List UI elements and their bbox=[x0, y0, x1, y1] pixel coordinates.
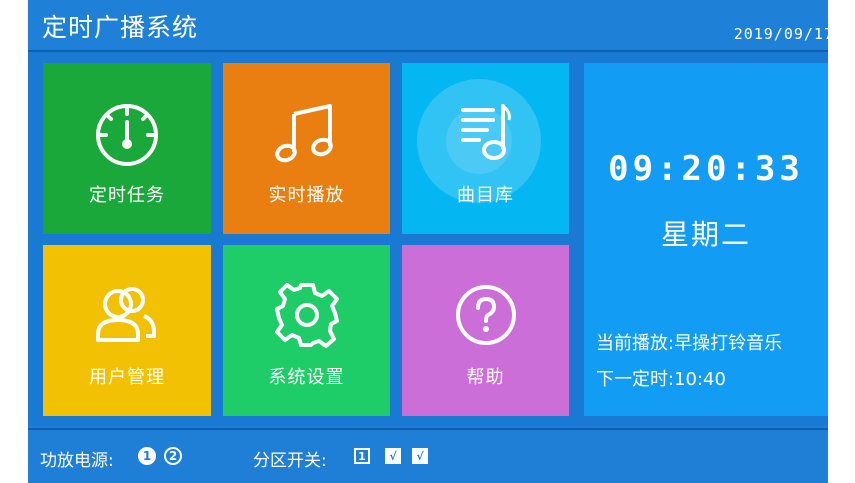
tile-help[interactable]: 帮助 bbox=[402, 245, 569, 416]
music-note-icon bbox=[267, 93, 347, 173]
now-playing: 当前播放:早操打铃音乐 bbox=[596, 333, 783, 354]
amp-power-1-indicator[interactable]: 1 bbox=[138, 447, 156, 465]
help-icon bbox=[446, 275, 526, 355]
tile-label: 实时播放 bbox=[268, 185, 345, 206]
tile-label: 用户管理 bbox=[89, 367, 165, 388]
zone-2-switch[interactable]: √ bbox=[385, 448, 401, 464]
app-title: 定时广播系统 bbox=[42, 13, 199, 42]
amp-power-label: 功放电源: bbox=[40, 451, 114, 471]
users-icon bbox=[87, 275, 167, 355]
tile-realtime-play[interactable]: 实时播放 bbox=[223, 63, 390, 234]
status-bar: 功放电源: 1 2 分区开关: 1 √ √ bbox=[28, 428, 828, 483]
zone-3-switch[interactable]: √ bbox=[412, 448, 428, 464]
amp-power-2-indicator[interactable]: 2 bbox=[164, 447, 182, 465]
current-time: 09:20:33 bbox=[608, 149, 804, 189]
tile-label: 帮助 bbox=[466, 367, 505, 388]
tile-system-settings[interactable]: 系统设置 bbox=[223, 245, 390, 416]
zone-switch-label: 分区开关: bbox=[253, 451, 327, 471]
title-bar: 定时广播系统 2019/09/17 bbox=[28, 0, 833, 52]
tile-music-library[interactable]: 曲目库 bbox=[402, 63, 569, 234]
app-screen: 定时广播系统 2019/09/17 定时任务 实时播放 曲目库 用户管理 系统设… bbox=[28, 0, 833, 483]
gauge-timer-icon bbox=[87, 93, 167, 173]
tile-label: 曲目库 bbox=[457, 185, 514, 206]
weekday: 星期二 bbox=[660, 218, 751, 251]
music-library-icon bbox=[446, 93, 526, 173]
gear-icon bbox=[267, 275, 347, 355]
tile-timed-tasks[interactable]: 定时任务 bbox=[43, 63, 211, 234]
tile-label: 定时任务 bbox=[89, 185, 165, 206]
clock-panel: 09:20:33 星期二 当前播放:早操打铃音乐 下一定时:10:40 bbox=[584, 63, 828, 416]
main-panel: 定时任务 实时播放 曲目库 用户管理 系统设置 帮助 09:20:33 星期二 … bbox=[28, 52, 828, 426]
date-display: 2019/09/17 bbox=[733, 25, 834, 43]
tile-user-management[interactable]: 用户管理 bbox=[43, 245, 211, 416]
zone-1-switch[interactable]: 1 bbox=[354, 448, 370, 464]
next-timer: 下一定时:10:40 bbox=[596, 369, 726, 390]
tile-label: 系统设置 bbox=[268, 367, 345, 388]
